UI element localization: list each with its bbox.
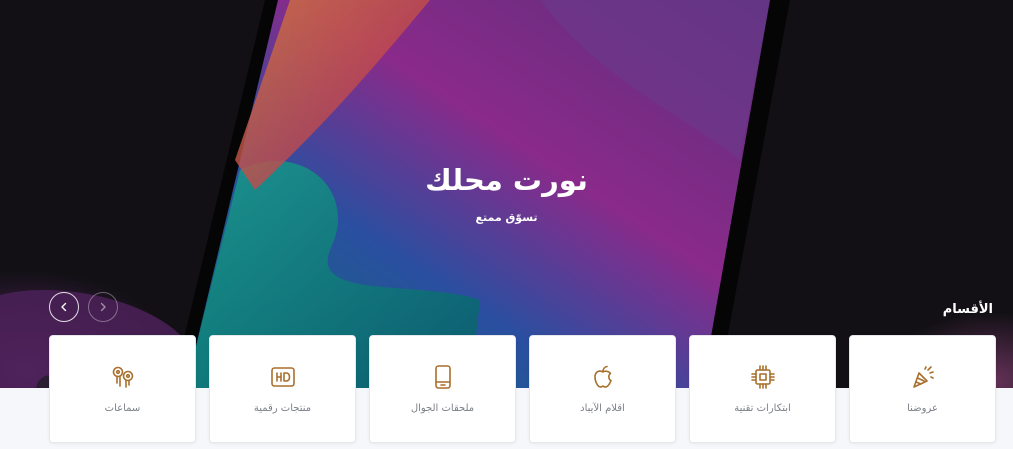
category-label: اقلام الآيباد: [580, 403, 625, 414]
category-label: منتجات رقمية: [253, 403, 312, 414]
category-label: سماعات: [104, 403, 141, 414]
chevron-right-icon: [100, 302, 106, 312]
carousel-next-button[interactable]: [49, 292, 79, 322]
chevron-left-icon: [61, 302, 67, 312]
hd-icon: [268, 362, 298, 392]
category-card-offers[interactable]: عروضنا: [849, 335, 996, 443]
category-label: عروضنا: [907, 403, 938, 414]
phone-icon: [428, 362, 458, 392]
carousel-prev-button[interactable]: [88, 292, 118, 322]
category-card-headphones[interactable]: سماعات: [49, 335, 196, 443]
hero-banner: نورت محلك تسوّق ممتع الأقسام: [0, 0, 1013, 388]
cpu-chip-icon: [748, 362, 778, 392]
hero-subtitle: تسوّق ممتع: [475, 211, 538, 224]
categories-title: الأقسام: [942, 302, 993, 317]
party-popper-icon: [908, 362, 938, 392]
category-card-ipad-pencils[interactable]: اقلام الآيباد: [529, 335, 676, 443]
categories-list: عروضنا ابتكارات تقنية اقلام الآيباد ملحق…: [49, 335, 996, 443]
category-card-phone-accessories[interactable]: ملحقات الجوال: [369, 335, 516, 443]
category-label: ابتكارات تقنية: [734, 403, 791, 414]
hero-title: نورت محلك: [425, 163, 588, 197]
earbuds-icon: [108, 362, 138, 392]
category-card-tech-innovations[interactable]: ابتكارات تقنية: [689, 335, 836, 443]
category-label: ملحقات الجوال: [410, 403, 475, 414]
category-card-digital-products[interactable]: منتجات رقمية: [209, 335, 356, 443]
apple-icon: [588, 362, 618, 392]
